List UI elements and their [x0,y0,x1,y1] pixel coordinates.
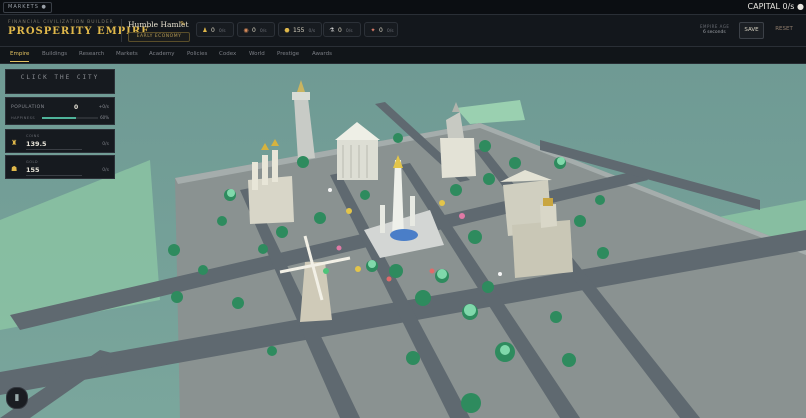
tab-codex[interactable]: Codex [219,51,236,57]
stats-chart-button[interactable]: ▮ [6,387,28,409]
brand-subtitle: FINANCIAL CIVILIZATION BUILDER [8,20,114,25]
reset-button[interactable]: RESET [769,22,799,37]
tab-awards[interactable]: Awards [312,51,332,57]
coins-label: COINS [26,134,40,138]
coin-icon: ♜ [11,139,18,147]
tab-world[interactable]: World [249,51,265,57]
economy-stage-badge: EARLY ECONOMY [128,32,190,42]
happiness-percent: 60% [100,115,109,120]
coins-rate: 0/s [102,142,109,147]
population-rate: +0/s [98,105,110,110]
gold-icon: ⬣ [284,27,290,34]
tab-policies[interactable]: Policies [187,51,207,57]
population-value: 0 [74,104,79,111]
happiness-label: HAPPINESS [11,116,36,120]
tab-research[interactable]: Research [79,51,104,57]
tab-academy[interactable]: Academy [149,51,175,57]
gold-panel: ☗ GOLD 155 0/s [5,155,115,179]
coins-value: 139.5 [26,140,47,148]
click-city-button[interactable]: CLICK THE CITY [5,69,115,94]
food-icon: ◉ [243,27,249,34]
tab-buildings[interactable]: Buildings [42,51,67,57]
resource-workers: ♟ 0 0/s [196,22,234,37]
edit-icon[interactable]: ✎ [180,20,186,28]
gold-bar [26,175,82,176]
empire-age-value: 6 seconds [703,30,726,35]
header-divider [121,19,122,42]
gold-label: GOLD [26,160,39,164]
tab-bar: Empire Buildings Research Markets Academ… [0,47,806,64]
coins-bar [26,149,82,150]
resource-science: ⚗ 0 0/s [323,22,361,37]
markets-button[interactable]: MARKETS ● [3,2,52,13]
capital-rate: CAPITAL 0/s ● [747,2,804,11]
population-label: POPULATION [11,105,45,110]
influence-icon: ✦ [370,27,376,34]
resource-gold: ⬣ 155 0/s [278,22,322,37]
empire-age-label: EMPIRE AGE [700,24,730,29]
happiness-bar-fill [42,117,76,119]
city-scene[interactable] [0,64,806,418]
science-icon: ⚗ [329,27,335,34]
tab-markets[interactable]: Markets [116,51,138,57]
worker-icon: ♟ [202,27,208,34]
resource-food: ◉ 0 0/s [237,22,275,37]
gold-rate: 0/s [102,168,109,173]
happiness-bar [42,117,98,119]
gold-value: 155 [26,166,40,174]
header: FINANCIAL CIVILIZATION BUILDER PROSPERIT… [0,15,806,47]
top-bar: MARKETS ● CAPITAL 0/s ● [0,0,806,15]
active-tab-indicator [10,61,29,62]
coins-panel: ♜ COINS 139.5 0/s [5,129,115,153]
tab-prestige[interactable]: Prestige [277,51,299,57]
population-panel: POPULATION 0 +0/s HAPPINESS 60% [5,97,115,125]
bar-chart-icon: ▮ [14,393,20,403]
tab-empire[interactable]: Empire [10,51,29,57]
resource-influence: ✦ 0 0/s [364,22,398,37]
gold-bag-icon: ☗ [11,165,18,173]
save-button[interactable]: SAVE [739,22,764,39]
